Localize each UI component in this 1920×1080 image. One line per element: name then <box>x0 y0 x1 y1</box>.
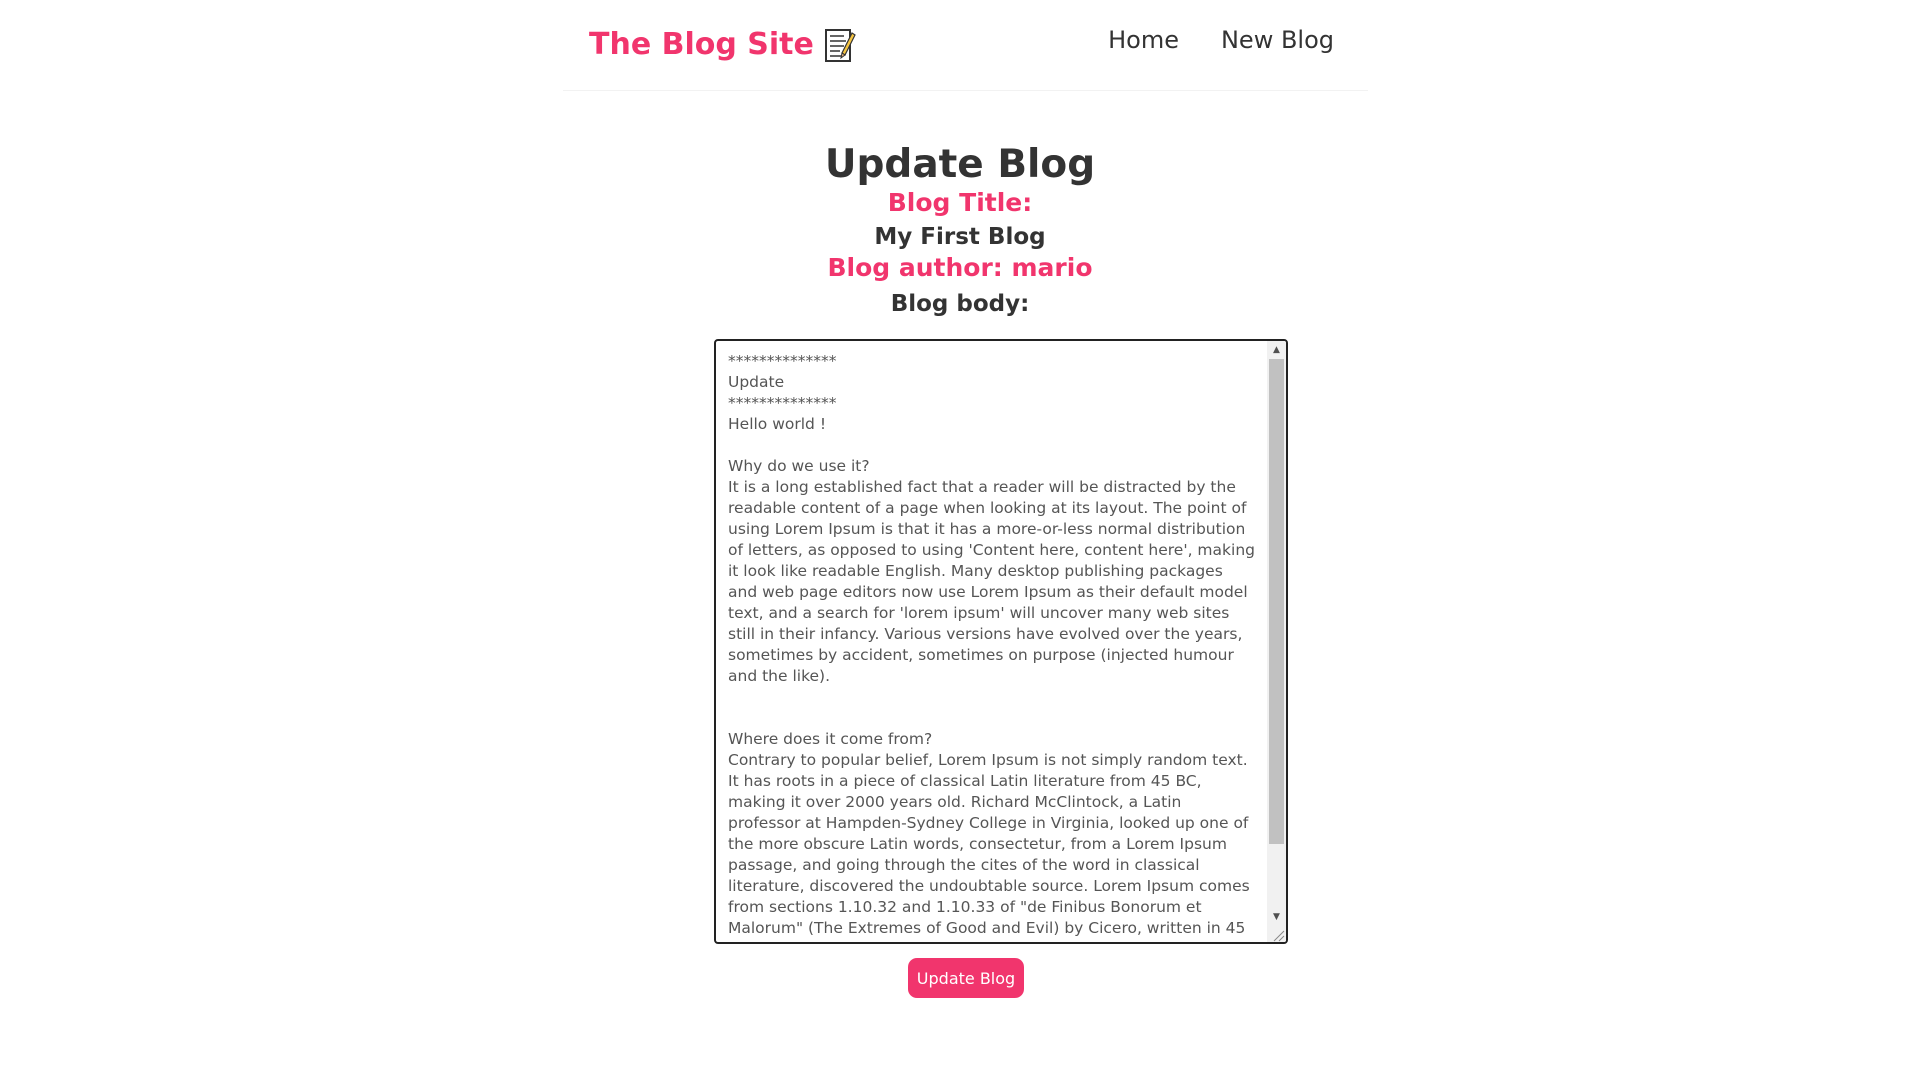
scroll-down-arrow-icon[interactable]: ▼ <box>1267 908 1286 925</box>
blog-title-value: My First Blog <box>874 223 1046 250</box>
scroll-thumb[interactable] <box>1269 359 1284 844</box>
blog-author-label: Blog author: mario <box>827 253 1093 283</box>
brand: The Blog Site <box>589 27 856 63</box>
blog-body-label: Blog body: <box>890 291 1030 318</box>
nav-link-new-blog[interactable]: New Blog <box>1221 26 1334 54</box>
resize-grip-icon[interactable] <box>1271 927 1285 942</box>
update-blog-form: Update Blog Blog Title: My First Blog Bl… <box>0 142 1920 319</box>
scroll-up-arrow-icon[interactable]: ▲ <box>1267 341 1286 358</box>
nav-link-home[interactable]: Home <box>1108 26 1179 54</box>
memo-icon <box>824 27 856 63</box>
nav-links: Home New Blog <box>1108 26 1334 54</box>
blog-body-text[interactable]: ************** Update ************** Hel… <box>716 341 1267 942</box>
navbar: The Blog Site Home New Blog <box>563 0 1368 91</box>
blog-title-label: Blog Title: <box>887 187 1033 217</box>
brand-title: The Blog Site <box>589 27 814 62</box>
textarea-scrollbar[interactable]: ▲ ▼ <box>1267 341 1286 942</box>
page-title: Update Blog <box>824 142 1096 187</box>
update-blog-button[interactable]: Update Blog <box>908 958 1024 998</box>
blog-body-textarea[interactable]: ************** Update ************** Hel… <box>714 339 1288 944</box>
